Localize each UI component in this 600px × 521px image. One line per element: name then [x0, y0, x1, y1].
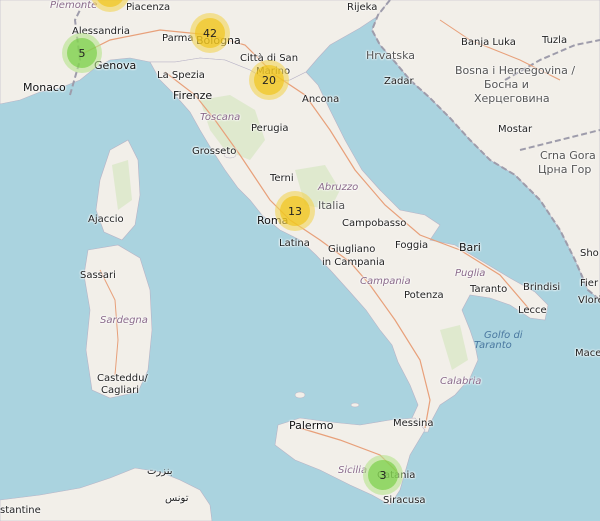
marker-cluster[interactable]: 3	[363, 455, 403, 495]
marker-cluster-count: 42	[195, 18, 225, 48]
marker-cluster[interactable]: 42	[190, 13, 230, 53]
marker-cluster[interactable]: 13	[275, 191, 315, 231]
map-base-tiles	[0, 0, 600, 521]
marker-cluster[interactable]: 5	[62, 33, 102, 73]
marker-cluster[interactable]: 20	[249, 60, 289, 100]
map-canvas[interactable]: Piacenza Rijeka Piemonte Alessandria Par…	[0, 0, 600, 521]
marker-cluster-count: 3	[368, 460, 398, 490]
marker-cluster-count: 20	[254, 65, 284, 95]
marker-cluster-count: 13	[280, 196, 310, 226]
marker-cluster-count: 5	[67, 38, 97, 68]
